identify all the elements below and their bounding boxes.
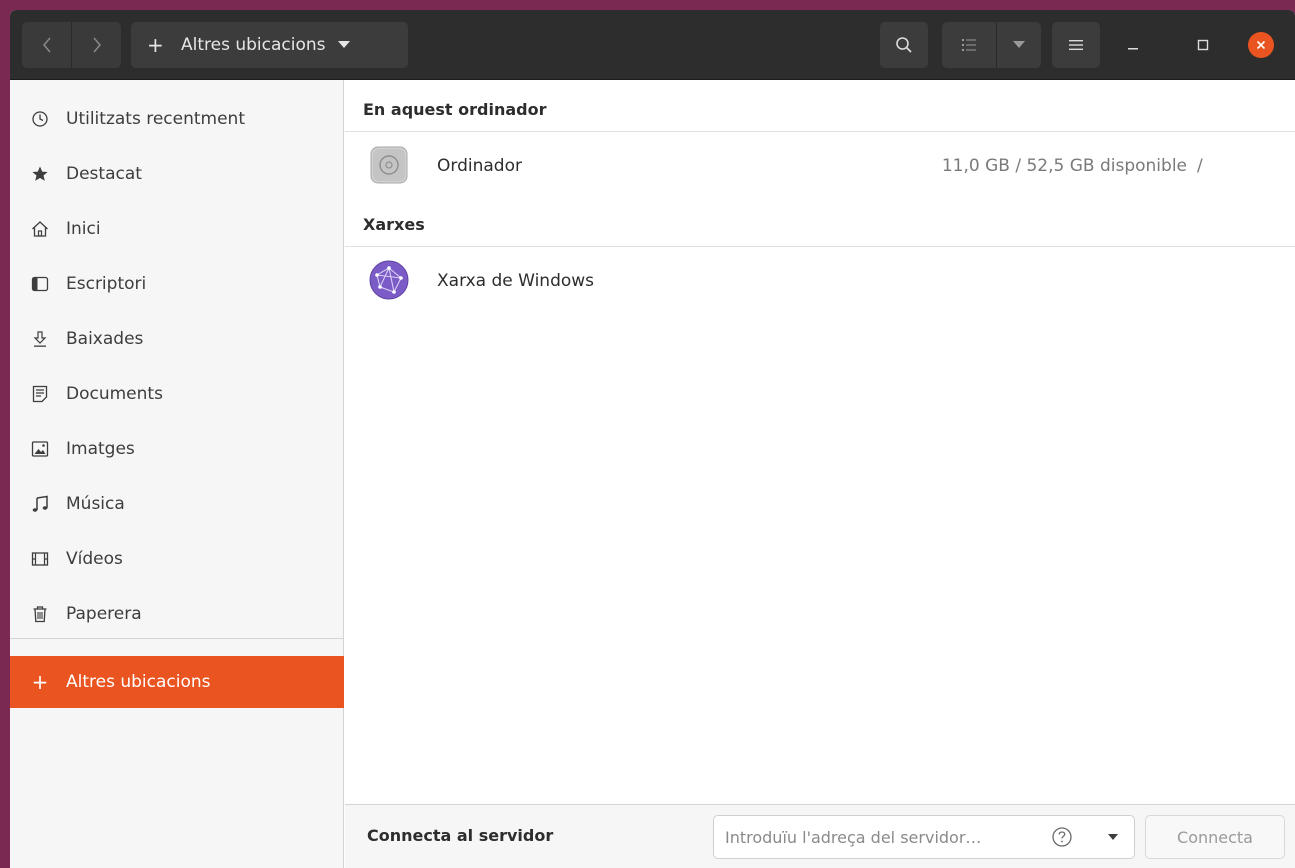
network-icon (369, 260, 409, 300)
maximize-icon (1197, 39, 1209, 51)
server-address-input[interactable] (713, 815, 1092, 859)
music-icon (30, 494, 50, 514)
connect-to-server-label: Connecta al servidor (367, 826, 554, 845)
sidebar-item-label: Utilitzats recentment (66, 109, 245, 129)
document-icon (30, 384, 50, 404)
star-icon (30, 164, 50, 184)
location-row-windows-network[interactable]: Xarxa de Windows (345, 247, 1295, 317)
sidebar-item-other-locations[interactable]: + Altres ubicacions (10, 656, 344, 708)
plus-icon: + (31, 670, 49, 694)
sidebar-item-label: Música (66, 494, 125, 514)
connect-to-server-bar: Connecta al servidor Connecta (345, 804, 1295, 868)
connect-button[interactable]: Connecta (1145, 815, 1285, 859)
desktop-icon (30, 274, 50, 294)
sidebar-item-pictures[interactable]: Imatges (10, 423, 344, 475)
header-bar: + Altres ubicacions (10, 10, 1295, 80)
chevron-down-icon (337, 41, 350, 48)
sidebar-item-videos[interactable]: Vídeos (10, 533, 344, 585)
view-options-group (942, 22, 1041, 68)
location-name: Xarxa de Windows (437, 271, 595, 291)
search-icon (896, 37, 912, 53)
section-title-this-computer: En aquest ordinador (363, 100, 547, 119)
section-title-networks: Xarxes (363, 215, 425, 234)
close-icon (1256, 40, 1266, 50)
sidebar-item-home[interactable]: Inici (10, 203, 344, 255)
chevron-down-icon (1013, 41, 1025, 48)
minimize-icon (1128, 48, 1138, 50)
file-manager-window: + Altres ubicacions Utilitzats recentmen… (10, 10, 1295, 868)
go-back-icon (42, 37, 51, 53)
navigation-buttons (22, 22, 121, 68)
sidebar-item-label: Vídeos (66, 549, 123, 569)
list-view-button[interactable] (942, 22, 996, 68)
sidebar-item-label: Escriptori (66, 274, 147, 294)
sidebar-item-desktop[interactable]: Escriptori (10, 258, 344, 310)
list-view-icon (962, 39, 976, 51)
sidebar-item-label: Inici (66, 219, 101, 239)
recent-servers-dropdown[interactable] (1091, 815, 1135, 859)
sidebar-item-recent[interactable]: Utilitzats recentment (10, 93, 344, 145)
sidebar-item-label: Imatges (66, 439, 135, 459)
drive-icon (370, 146, 408, 184)
sidebar-divider (10, 638, 344, 639)
sidebar-item-starred[interactable]: Destacat (10, 148, 344, 200)
recent-icon (30, 109, 50, 129)
main-content: En aquest ordinador Ordinador 11,0 GB / … (345, 80, 1295, 868)
minimize-button[interactable] (1120, 32, 1146, 58)
chevron-down-icon (1107, 834, 1118, 840)
sidebar-item-label: Baixades (66, 329, 144, 349)
sidebar-item-documents[interactable]: Documents (10, 368, 344, 420)
sidebar-item-music[interactable]: Música (10, 478, 344, 530)
location-path-button[interactable]: + Altres ubicacions (131, 22, 408, 68)
location-name: Ordinador (437, 156, 522, 176)
forward-button[interactable] (72, 22, 121, 68)
close-button[interactable] (1248, 32, 1274, 58)
sidebar-item-label: Paperera (66, 604, 142, 624)
sidebar: Utilitzats recentment Destacat Inici Esc… (10, 80, 344, 868)
mount-path-text: / (1197, 156, 1203, 176)
plus-icon: + (147, 33, 164, 57)
sidebar-item-label: Destacat (66, 164, 142, 184)
view-dropdown-button[interactable] (997, 22, 1041, 68)
hamburger-menu-icon (1069, 40, 1083, 50)
path-label: Altres ubicacions (181, 35, 326, 55)
download-icon (30, 329, 50, 349)
video-icon (30, 549, 50, 569)
search-button[interactable] (880, 22, 928, 68)
disk-usage-text: 11,0 GB / 52,5 GB disponible (941, 156, 1187, 176)
sidebar-item-downloads[interactable]: Baixades (10, 313, 344, 365)
sidebar-item-label: Documents (66, 384, 163, 404)
maximize-button[interactable] (1190, 32, 1216, 58)
trash-icon (30, 604, 50, 624)
image-icon (30, 439, 50, 459)
sidebar-item-trash[interactable]: Paperera (10, 588, 344, 640)
home-icon (30, 219, 50, 239)
help-icon[interactable] (1051, 826, 1073, 848)
location-row-computer[interactable]: Ordinador 11,0 GB / 52,5 GB disponible / (345, 132, 1295, 202)
main-menu-button[interactable] (1052, 22, 1100, 68)
back-button[interactable] (22, 22, 71, 68)
go-forward-icon (92, 37, 101, 53)
sidebar-item-label: Altres ubicacions (66, 672, 211, 692)
